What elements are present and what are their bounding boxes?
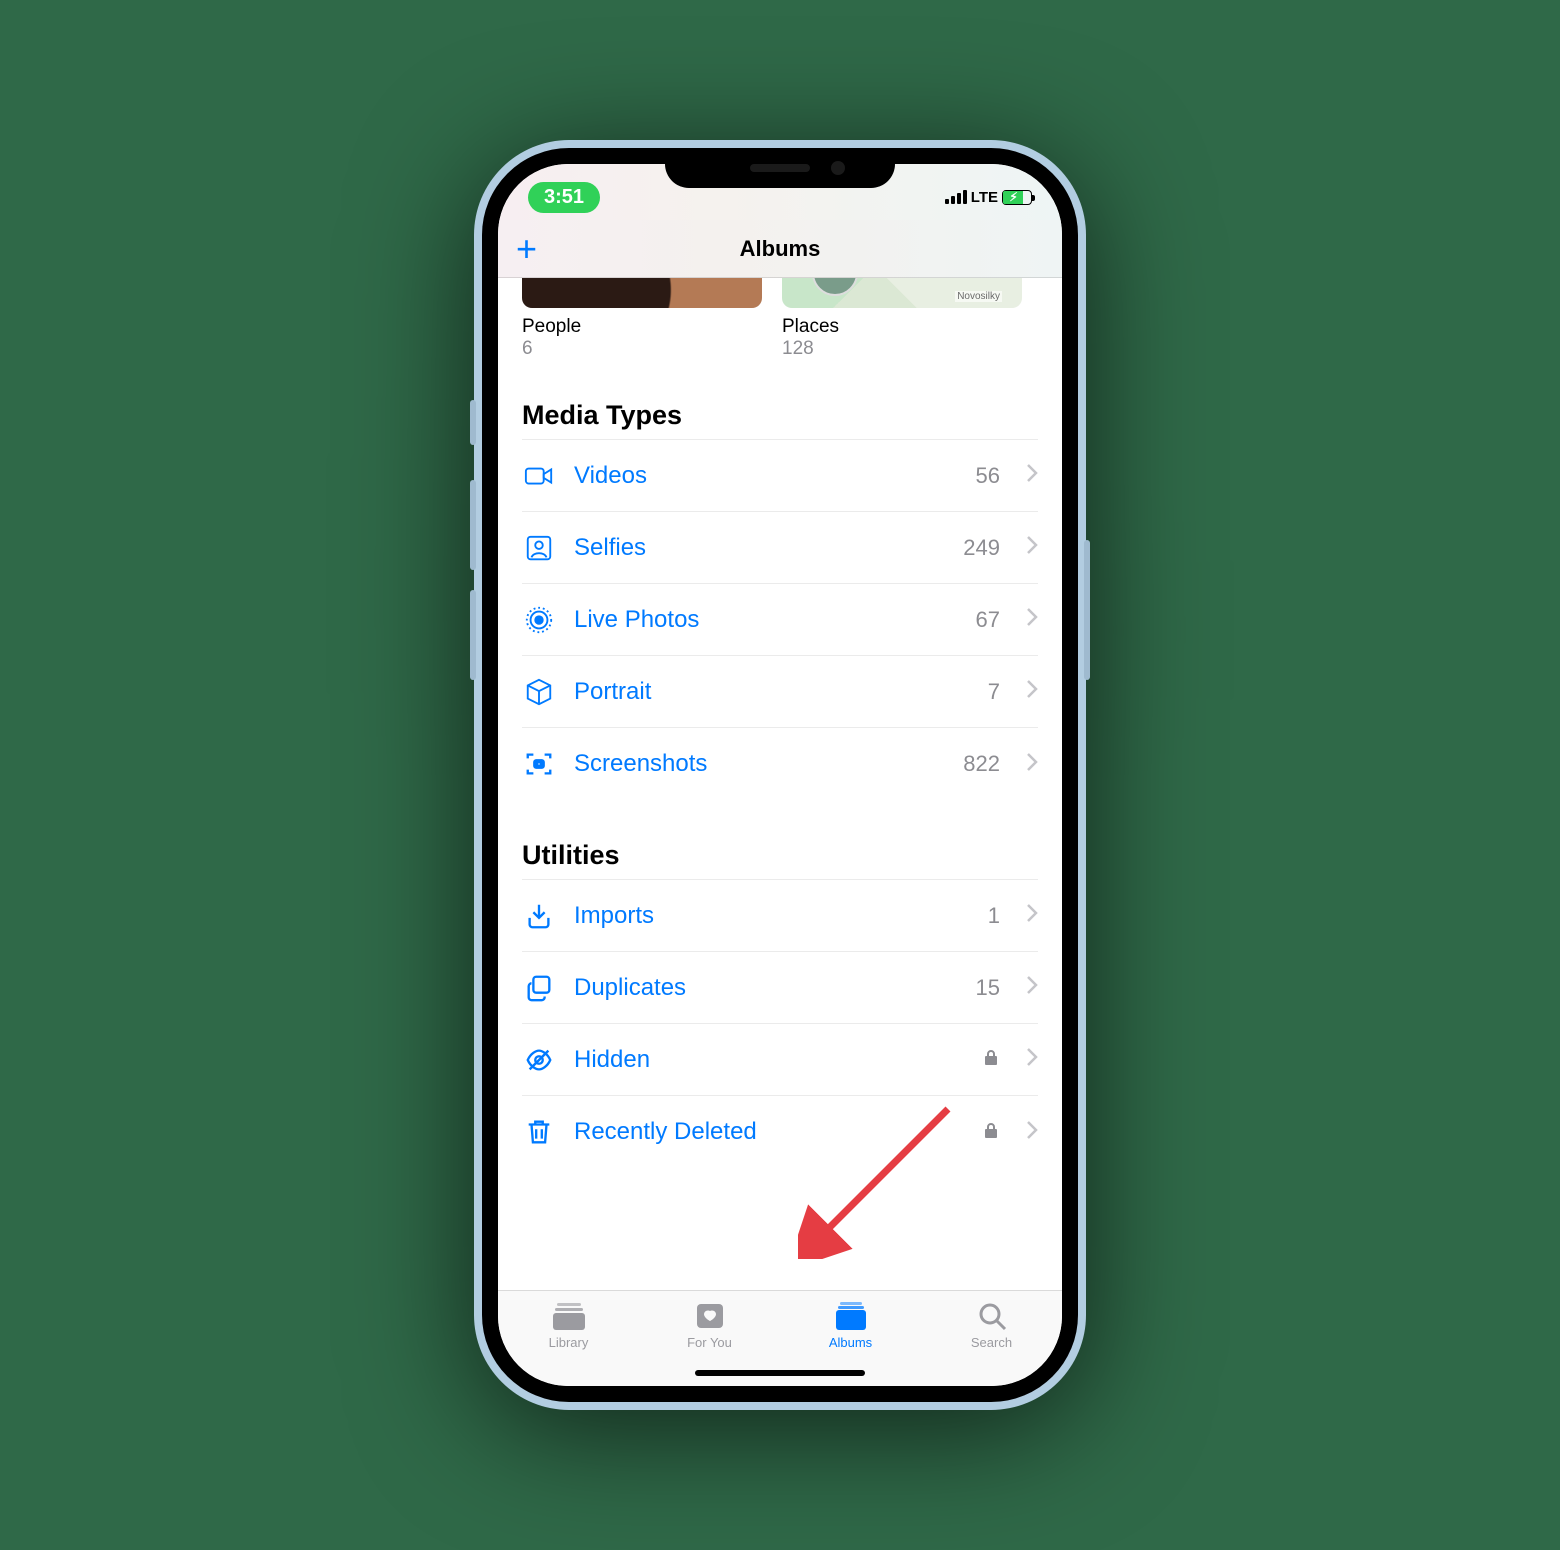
collection-count: 6 bbox=[522, 338, 762, 360]
import-icon bbox=[522, 901, 556, 931]
tab-label: For You bbox=[687, 1335, 732, 1350]
chevron-right-icon bbox=[1026, 975, 1038, 1000]
collection-label: People bbox=[522, 316, 762, 338]
side-button-mute bbox=[470, 400, 476, 445]
chevron-right-icon bbox=[1026, 679, 1038, 704]
chevron-right-icon bbox=[1026, 1120, 1038, 1145]
tab-label: Library bbox=[549, 1335, 589, 1350]
row-hidden[interactable]: Hidden bbox=[522, 1024, 1038, 1096]
row-imports[interactable]: Imports 1 bbox=[522, 880, 1038, 952]
row-label: Duplicates bbox=[574, 974, 958, 1002]
row-label: Recently Deleted bbox=[574, 1118, 964, 1146]
home-indicator[interactable] bbox=[695, 1370, 865, 1376]
row-portrait[interactable]: Portrait 7 bbox=[522, 656, 1038, 728]
tab-albums[interactable]: Albums bbox=[801, 1301, 901, 1350]
page-title: Albums bbox=[740, 236, 821, 262]
cube-icon bbox=[522, 677, 556, 707]
notch bbox=[665, 148, 895, 188]
tab-for-you[interactable]: For You bbox=[660, 1301, 760, 1350]
row-label: Portrait bbox=[574, 678, 970, 706]
tab-label: Search bbox=[971, 1335, 1012, 1350]
duplicate-icon bbox=[522, 973, 556, 1003]
row-count: 249 bbox=[963, 535, 1000, 561]
chevron-right-icon bbox=[1026, 463, 1038, 488]
side-button-vol-down bbox=[470, 590, 476, 680]
row-count: 1 bbox=[988, 903, 1000, 929]
hidden-icon bbox=[522, 1045, 556, 1075]
row-videos[interactable]: Videos 56 bbox=[522, 440, 1038, 512]
row-count: 56 bbox=[976, 463, 1000, 489]
row-selfies[interactable]: Selfies 249 bbox=[522, 512, 1038, 584]
add-button[interactable]: + bbox=[516, 231, 537, 267]
row-label: Videos bbox=[574, 462, 958, 490]
row-count: 67 bbox=[976, 607, 1000, 633]
row-label: Hidden bbox=[574, 1046, 964, 1074]
collection-people[interactable]: People 6 bbox=[522, 278, 762, 360]
row-count: 7 bbox=[988, 679, 1000, 705]
tab-search[interactable]: Search bbox=[942, 1301, 1042, 1350]
status-time-pill[interactable]: 3:51 bbox=[528, 182, 600, 213]
section-header-media: Media Types bbox=[522, 360, 1038, 440]
collection-label: Places bbox=[782, 316, 1022, 338]
row-count: 15 bbox=[976, 975, 1000, 1001]
collection-places[interactable]: Places 128 bbox=[782, 278, 1022, 360]
tab-label: Albums bbox=[829, 1335, 872, 1350]
row-label: Live Photos bbox=[574, 606, 958, 634]
row-label: Imports bbox=[574, 902, 970, 930]
content-scroll[interactable]: People 6 Places 128 Media bbox=[498, 278, 1062, 1290]
collection-count: 128 bbox=[782, 338, 1022, 360]
trash-icon bbox=[522, 1117, 556, 1147]
map-pin-icon bbox=[812, 278, 858, 296]
signal-icon bbox=[945, 190, 967, 204]
battery-icon: ⚡︎ bbox=[1002, 190, 1032, 205]
places-thumbnail bbox=[782, 278, 1022, 308]
live-photos-icon bbox=[522, 605, 556, 635]
phone-frame: 3:51 LTE ⚡︎ + Albums bbox=[474, 140, 1086, 1410]
chevron-right-icon bbox=[1026, 903, 1038, 928]
tab-bar: Library For You Albums Search bbox=[498, 1290, 1062, 1386]
row-screenshots[interactable]: Screenshots 822 bbox=[522, 728, 1038, 800]
lock-icon bbox=[982, 1048, 1000, 1071]
chevron-right-icon bbox=[1026, 1047, 1038, 1072]
people-thumbnail bbox=[522, 278, 762, 308]
row-duplicates[interactable]: Duplicates 15 bbox=[522, 952, 1038, 1024]
chevron-right-icon bbox=[1026, 535, 1038, 560]
chevron-right-icon bbox=[1026, 752, 1038, 777]
lock-icon bbox=[982, 1121, 1000, 1144]
selfie-icon bbox=[522, 533, 556, 563]
tab-library[interactable]: Library bbox=[519, 1301, 619, 1350]
row-label: Selfies bbox=[574, 534, 945, 562]
side-button-vol-up bbox=[470, 480, 476, 570]
side-button-power bbox=[1084, 540, 1090, 680]
row-label: Screenshots bbox=[574, 750, 945, 778]
row-count: 822 bbox=[963, 751, 1000, 777]
network-label: LTE bbox=[971, 189, 998, 206]
section-header-utilities: Utilities bbox=[522, 800, 1038, 880]
video-icon bbox=[522, 461, 556, 491]
row-recently-deleted[interactable]: Recently Deleted bbox=[522, 1096, 1038, 1168]
nav-bar: + Albums bbox=[498, 220, 1062, 278]
screenshot-icon bbox=[522, 749, 556, 779]
row-live-photos[interactable]: Live Photos 67 bbox=[522, 584, 1038, 656]
chevron-right-icon bbox=[1026, 607, 1038, 632]
